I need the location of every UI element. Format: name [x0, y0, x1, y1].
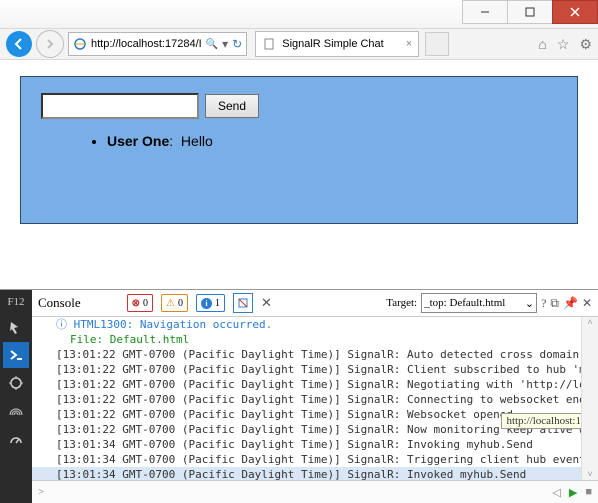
info-icon: i [201, 298, 212, 309]
tooltip: http://localhost:1 [501, 413, 586, 429]
console-footer: > ◁ ▶ ■ [32, 480, 598, 503]
browser-toolbar: http://localhost:17284/I 🔍 ▾ ↻ SignalR S… [0, 29, 598, 60]
page-content: Send User One: Hello [0, 60, 598, 312]
clear-x-icon[interactable]: ✕ [261, 295, 272, 311]
f12-label: F12 [7, 296, 24, 308]
target-label: Target: [386, 297, 417, 309]
network-tab[interactable] [3, 398, 29, 424]
console-info-line: ⓘ HTML1300: Navigation occurred. [32, 317, 598, 332]
message-user: User One [107, 133, 169, 149]
send-button[interactable]: Send [205, 94, 259, 118]
console-log-line: [13:01:22 GMT-0700 (Pacific Daylight Tim… [32, 392, 598, 407]
console-prompt-icon[interactable]: > [38, 486, 44, 498]
error-icon: ⊗ [132, 298, 140, 309]
console-log-line: [13:01:22 GMT-0700 (Pacific Daylight Tim… [32, 362, 598, 377]
settings-icon[interactable]: ⚙ [579, 36, 592, 53]
search-icon[interactable]: 🔍 [206, 39, 218, 50]
profiler-tab[interactable] [3, 426, 29, 452]
window-titlebar [0, 0, 598, 29]
maximize-button[interactable] [507, 0, 553, 24]
url-dropdown-icon[interactable]: ▾ [222, 37, 228, 51]
console-toolbar: Console ⊗0 ⚠0 i1 ✕ Target: _top: Default… [32, 290, 598, 317]
vertical-scrollbar[interactable]: ˄˅ [581, 317, 598, 480]
home-icon[interactable]: ⌂ [538, 36, 546, 53]
console-log-line: [13:01:22 GMT-0700 (Pacific Daylight Tim… [32, 347, 598, 362]
devtools: F12 Console ⊗0 ⚠0 i1 ✕ Target: _top: Def… [0, 289, 598, 503]
info-badge[interactable]: i1 [196, 294, 225, 312]
tab-close-icon[interactable]: × [406, 38, 412, 50]
favorites-icon[interactable]: ☆ [557, 36, 570, 53]
help-icon[interactable]: ? [541, 296, 546, 311]
console-log-line: [13:01:34 GMT-0700 (Pacific Daylight Tim… [32, 437, 598, 452]
errors-badge[interactable]: ⊗0 [127, 294, 153, 312]
warning-icon: ⚠ [166, 298, 175, 309]
clear-console-button[interactable] [233, 293, 253, 313]
message-input[interactable] [41, 93, 199, 119]
console-output[interactable]: ⓘ HTML1300: Navigation occurred. File: D… [32, 317, 598, 480]
warnings-badge[interactable]: ⚠0 [161, 294, 188, 312]
back-button[interactable] [6, 31, 32, 57]
new-tab-button[interactable] [425, 32, 449, 56]
undock-icon[interactable]: ⧉ [550, 296, 559, 311]
step-back-icon[interactable]: ◁ [552, 486, 560, 499]
message-item: User One: Hello [107, 133, 557, 149]
console-tab[interactable] [3, 342, 29, 368]
target-select[interactable]: _top: Default.html⌄ [421, 293, 537, 313]
scroll-up-icon[interactable]: ˄ [587, 317, 592, 328]
page-icon [262, 37, 276, 51]
chevron-down-icon: ⌄ [525, 297, 534, 310]
browser-tools: ⌂ ☆ ⚙ [538, 36, 592, 53]
console-log-line: [13:01:22 GMT-0700 (Pacific Daylight Tim… [32, 377, 598, 392]
stop-icon[interactable]: ■ [585, 486, 592, 498]
tab-title: SignalR Simple Chat [282, 38, 384, 50]
ie-icon [73, 37, 87, 51]
forward-button[interactable] [36, 30, 64, 58]
console-title: Console [38, 295, 81, 311]
message-list: User One: Hello [67, 133, 557, 149]
console-log-line: [13:01:34 GMT-0700 (Pacific Daylight Tim… [32, 452, 598, 467]
close-button[interactable] [552, 0, 598, 24]
devtools-sidebar: F12 [0, 290, 32, 503]
refresh-icon[interactable]: ↻ [232, 37, 242, 51]
console-log-line: [13:01:34 GMT-0700 (Pacific Daylight Tim… [32, 467, 598, 480]
url-text: http://localhost:17284/I [91, 38, 202, 50]
minimize-button[interactable] [462, 0, 508, 24]
message-text: Hello [181, 133, 213, 149]
browser-tab[interactable]: SignalR Simple Chat × [255, 31, 419, 57]
run-icon[interactable]: ▶ [569, 486, 577, 499]
devtools-close-icon[interactable]: ✕ [582, 296, 592, 311]
chat-panel: Send User One: Hello [20, 76, 578, 224]
devtools-main: Console ⊗0 ⚠0 i1 ✕ Target: _top: Default… [32, 290, 598, 503]
dom-explorer-tab[interactable] [3, 314, 29, 340]
console-file-line: File: Default.html [32, 332, 598, 347]
pin-icon[interactable]: 📌 [563, 296, 578, 311]
scroll-down-icon[interactable]: ˅ [587, 469, 592, 480]
debugger-tab[interactable] [3, 370, 29, 396]
address-bar[interactable]: http://localhost:17284/I 🔍 ▾ ↻ [68, 32, 247, 56]
